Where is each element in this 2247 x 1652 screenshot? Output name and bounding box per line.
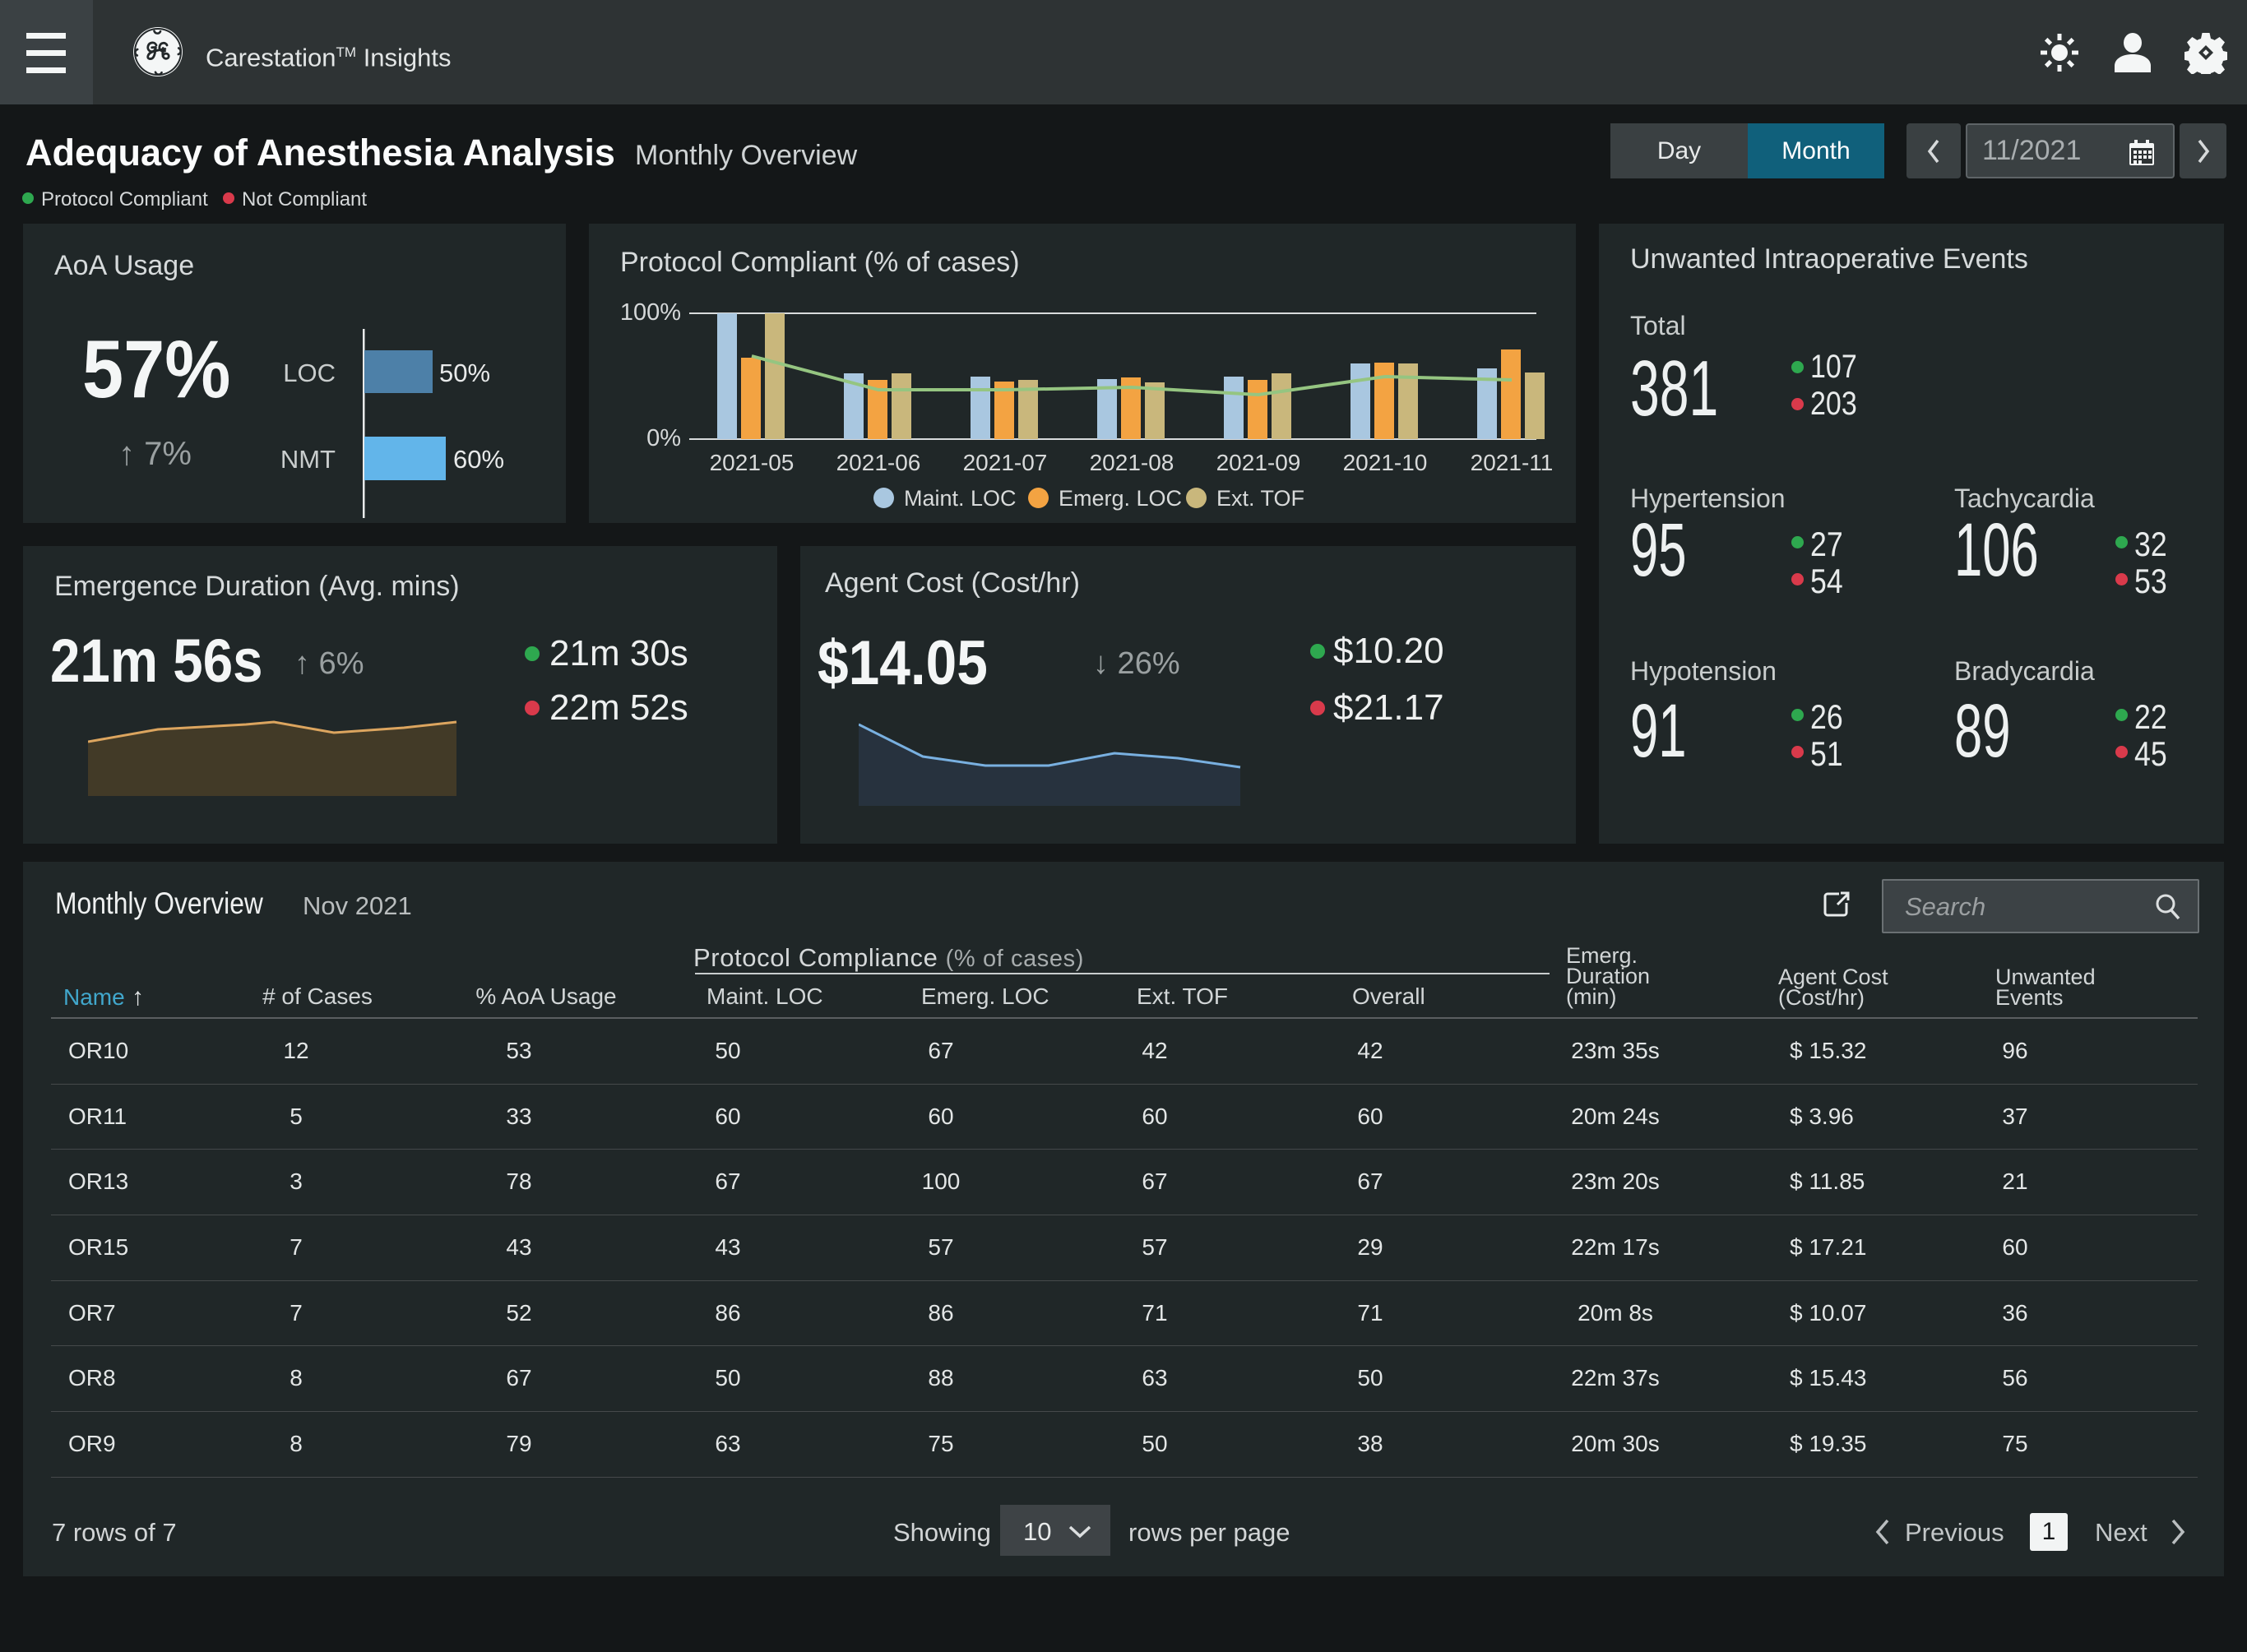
svg-text:2021-06: 2021-06 — [836, 450, 921, 475]
svg-text:2021-11: 2021-11 — [1471, 450, 1554, 475]
svg-text:2021-10: 2021-10 — [1343, 450, 1428, 475]
svg-text:2021-08: 2021-08 — [1090, 450, 1174, 475]
svg-text:2021-09: 2021-09 — [1216, 450, 1301, 475]
svg-text:2021-07: 2021-07 — [963, 450, 1048, 475]
svg-text:2021-05: 2021-05 — [710, 450, 795, 475]
